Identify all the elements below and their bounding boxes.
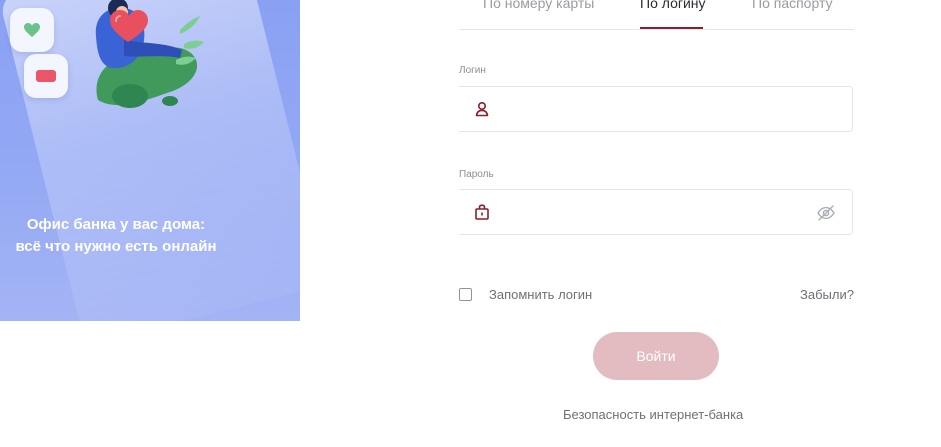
user-icon [475,101,489,117]
card-icon [36,70,56,82]
person-with-heart-illustration [95,0,204,108]
tab-passport[interactable]: По паспорту [752,0,833,11]
heart-icon [24,23,40,37]
login-field [459,86,853,133]
promo-title-line-2: всё что нужно есть онлайн [15,238,217,255]
password-input[interactable] [499,190,803,236]
login-method-tabs: По номеру карты По логину По паспорту [459,0,854,30]
security-info-link[interactable]: Безопасность интернет-банка [563,407,743,422]
login-button[interactable]: Войти [593,332,719,380]
password-label: Пароль [459,169,494,180]
forgot-link[interactable]: Забыли? [800,287,854,302]
remember-login-label[interactable]: Запомнить логин [489,287,592,302]
remember-login-control[interactable]: Запомнить логин [459,287,592,302]
promo-tile-card [24,54,68,98]
login-label: Логин [459,65,486,76]
lock-icon [475,204,489,220]
active-tab-indicator [640,27,703,29]
promo-title-line-1: Офис банка у вас дома: [26,216,206,233]
promo-banner: Офис банка у вас дома: всё что нужно ест… [0,0,300,321]
promo-tile-heart [10,8,54,52]
tab-login[interactable]: По логину [640,0,706,11]
eye-hidden-icon[interactable] [816,204,836,222]
password-field [459,189,853,236]
login-input[interactable] [499,87,803,133]
promo-title: Офис банка у вас дома: всё что нужно ест… [0,214,232,258]
remember-login-checkbox[interactable] [459,288,472,301]
tab-card-number[interactable]: По номеру карты [483,0,594,11]
